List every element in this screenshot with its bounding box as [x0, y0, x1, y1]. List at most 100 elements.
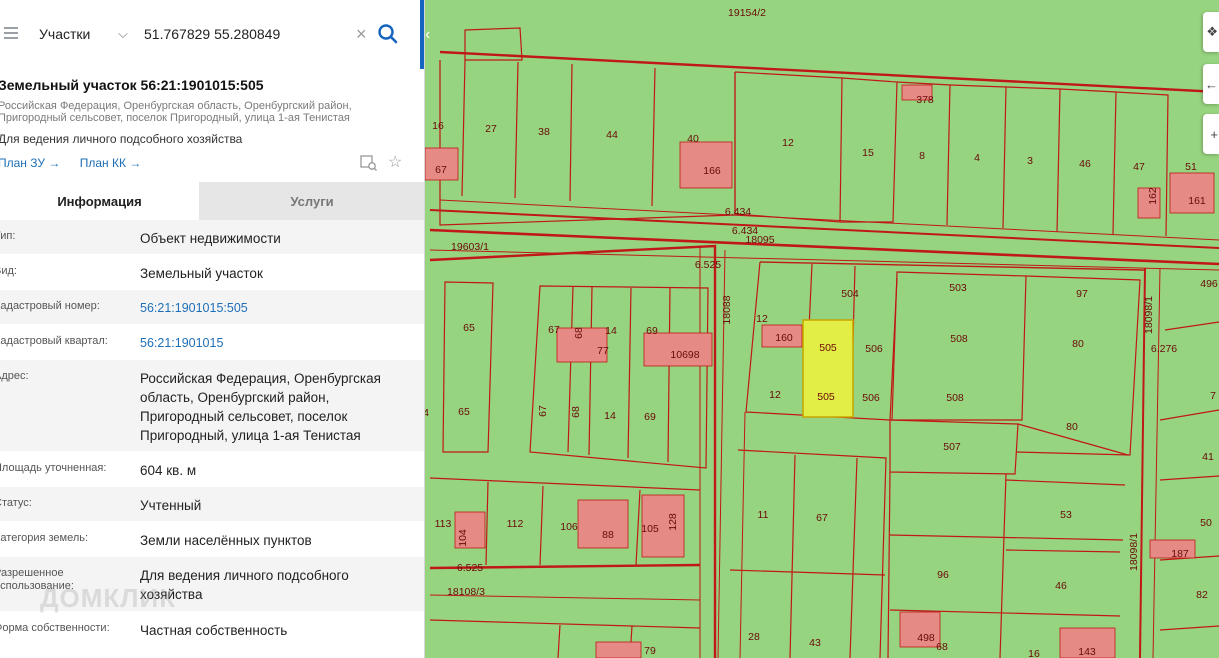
- map-label: 67: [548, 324, 560, 336]
- map-label: 28: [748, 631, 760, 643]
- arrow-left-icon: ←: [1205, 76, 1218, 92]
- watermark-logo: ДОМКЛИК: [40, 583, 177, 613]
- map-label: 18098/1: [1128, 533, 1140, 571]
- parcel-actions: ☆: [360, 155, 402, 171]
- collapse-panel-icon[interactable]: ‹: [425, 26, 430, 44]
- map-label: 104: [457, 529, 469, 547]
- parcel-purpose: Для ведения личного подсобного хозяйства: [0, 132, 243, 146]
- map-label: 68: [570, 406, 582, 418]
- map-label: 80: [1072, 338, 1084, 350]
- map-label: 40: [687, 133, 699, 145]
- map-label: 18108/3: [447, 586, 485, 598]
- map-label: 112: [507, 518, 524, 530]
- locate-on-map-icon[interactable]: [360, 155, 378, 171]
- map-label: 7: [1210, 390, 1216, 402]
- map-label: 14: [604, 410, 616, 422]
- map-label: 79: [644, 645, 656, 657]
- row-value: 604 кв. м: [140, 463, 197, 478]
- chevron-down-icon[interactable]: ⌵: [118, 26, 128, 42]
- map-label: 18098/1: [1143, 296, 1155, 334]
- map-label: 41: [1202, 451, 1214, 463]
- map-label: 6.525: [695, 259, 721, 271]
- map-label: 68: [936, 641, 948, 653]
- map-label: 187: [1171, 548, 1189, 560]
- map-label: 96: [937, 569, 949, 581]
- map-label: 496: [1200, 278, 1218, 290]
- map-label: 105: [641, 523, 659, 535]
- map-label: 53: [1060, 509, 1072, 521]
- tab-bar: Информация Услуги: [0, 182, 424, 220]
- map-label: 505: [817, 391, 835, 403]
- info-row: Тип: Объект недвижимости: [0, 220, 424, 255]
- map-label: 3: [1027, 155, 1033, 167]
- search-box: Участки ⌵ 51.767829 55.280849 ×: [0, 0, 420, 69]
- map-label: 12: [756, 313, 768, 325]
- tab-info[interactable]: Информация: [0, 182, 199, 220]
- row-label: Адрес:: [0, 370, 29, 382]
- menu-icon[interactable]: [4, 27, 18, 39]
- clear-icon[interactable]: ×: [356, 24, 367, 45]
- map-label: 113: [435, 518, 452, 530]
- map-label: 15: [862, 147, 874, 159]
- layer-select[interactable]: Участки: [39, 26, 90, 42]
- address-line: Российская Федерация, Оренбургская облас…: [0, 100, 352, 112]
- search-bar: Участки ⌵ 51.767829 55.280849 ×: [0, 0, 424, 69]
- map-label: 506: [865, 343, 883, 355]
- map-label: 6.276: [1151, 343, 1177, 355]
- map-label: 18088: [721, 295, 733, 324]
- info-row: Форма собственности: Частная собственнос…: [0, 612, 424, 647]
- map-label: 503: [949, 282, 967, 294]
- parcel-title: Земельный участок 56:21:1901015:505: [0, 77, 264, 93]
- map-control-button[interactable]: ❖: [1203, 12, 1219, 52]
- tab-services[interactable]: Услуги: [199, 182, 424, 220]
- map-control-button[interactable]: ←: [1203, 64, 1219, 104]
- row-label: Вид:: [0, 265, 17, 277]
- map-label: 65: [463, 322, 475, 334]
- cadastral-number-link[interactable]: 56:21:1901015:505: [140, 299, 410, 318]
- map-label: 12: [769, 389, 781, 401]
- map-label: 88: [602, 529, 614, 541]
- row-value: Российская Федерация, Оренбургская облас…: [140, 371, 381, 443]
- map-label: 378: [916, 94, 934, 106]
- info-row: Статус: Учтенный: [0, 487, 424, 522]
- row-label: Площадь уточненная:: [0, 462, 107, 474]
- map-label: 507: [943, 441, 961, 453]
- info-row: Кадастровый номер: 56:21:1901015:505: [0, 290, 424, 325]
- row-label: Кадастровый номер:: [0, 300, 100, 312]
- map-label: 4: [974, 152, 980, 164]
- row-label: Тип:: [0, 230, 16, 242]
- map-control-button[interactable]: +: [1203, 114, 1219, 154]
- map-label: 69: [644, 411, 656, 423]
- star-icon[interactable]: ☆: [388, 155, 402, 171]
- map-label: 106: [560, 521, 578, 533]
- cadastral-quarter-link[interactable]: 56:21:1901015: [140, 334, 410, 353]
- map-label: 82: [1196, 589, 1208, 601]
- plan-kk-link[interactable]: План КК →: [80, 156, 142, 170]
- row-value: Частная собственность: [140, 623, 288, 638]
- map-label: 162: [1147, 187, 1159, 205]
- map-label: 50: [1200, 517, 1212, 529]
- map-label: 11: [758, 509, 769, 521]
- map-label: 46: [1079, 158, 1091, 170]
- map-label: 80: [1066, 421, 1078, 433]
- map-label: 16: [432, 120, 444, 132]
- info-row: Адрес: Российская Федерация, Оренбургска…: [0, 360, 424, 452]
- map-label: 97: [1076, 288, 1088, 300]
- map-label: 14: [605, 325, 617, 337]
- map-label: 69: [646, 325, 658, 337]
- search-icon[interactable]: [376, 22, 400, 46]
- map-label: 65: [458, 406, 470, 418]
- row-label: Форма собственности:: [0, 622, 110, 634]
- map-label: 68: [573, 327, 585, 339]
- search-input[interactable]: 51.767829 55.280849: [144, 26, 280, 42]
- row-value: Объект недвижимости: [140, 231, 281, 246]
- row-label: Категория земель:: [0, 532, 89, 544]
- map-label: 27: [485, 123, 497, 135]
- map-label: 16: [1028, 648, 1040, 658]
- map-label: 6.434: [725, 206, 751, 218]
- map-label: 166: [703, 165, 721, 177]
- map-label: 12: [782, 137, 794, 149]
- plan-links: План ЗУ → План КК →: [0, 156, 157, 170]
- info-row: Категория земель: Земли населённых пункт…: [0, 522, 424, 557]
- plan-zu-link[interactable]: План ЗУ →: [0, 156, 60, 170]
